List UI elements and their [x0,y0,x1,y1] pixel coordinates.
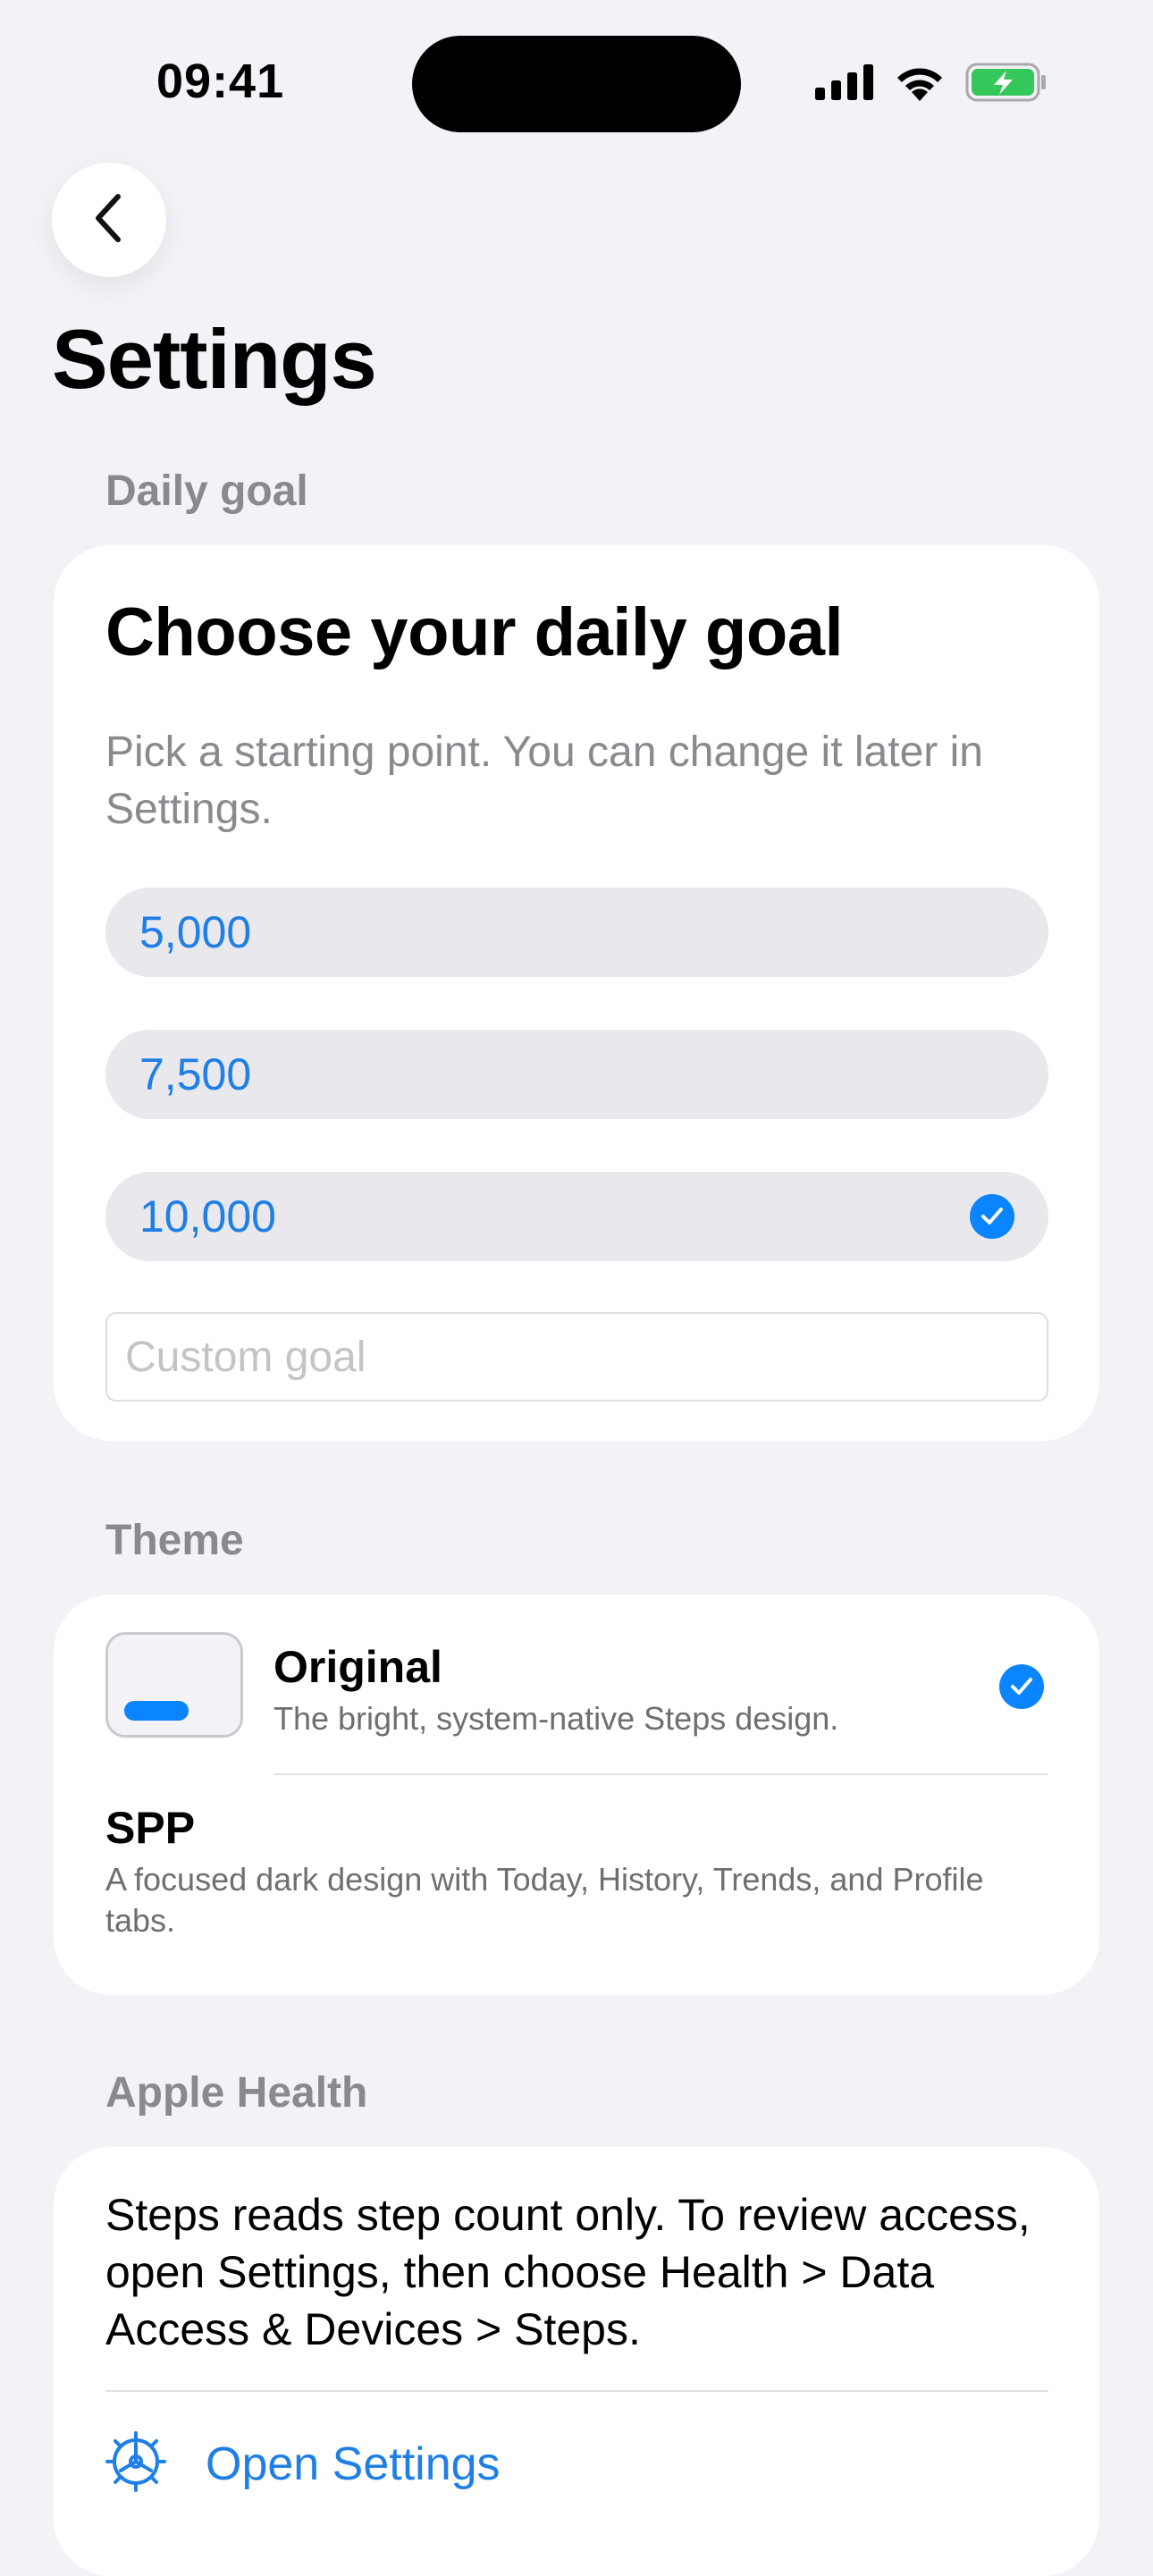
theme-option-original[interactable]: Original The bright, system-native Steps… [54,1595,1099,1773]
daily-goal-card: Choose your daily goal Pick a starting p… [54,545,1099,1441]
status-time: 09:41 [156,55,285,108]
battery-charging-icon [965,63,1048,106]
goal-heading: Choose your daily goal [105,594,844,670]
apple-health-description: Steps reads step count only. To review a… [105,2190,1031,2354]
goal-option-10000[interactable]: 10,000 [105,1172,1048,1261]
custom-goal-input[interactable] [105,1312,1048,1402]
wifi-icon [894,63,946,105]
theme-card: Original The bright, system-native Steps… [54,1595,1099,1995]
goal-option-label: 7,500 [139,1049,252,1099]
section-label-daily-goal: Daily goal [105,467,308,515]
page-title: Settings [52,312,377,406]
back-button[interactable] [52,163,166,277]
status-icons [815,57,1048,111]
goal-option-label: 10,000 [139,1191,276,1242]
checkmark-icon [999,1664,1044,1709]
theme-description-spp: A focused dark design with Today, Histor… [105,1861,984,1939]
theme-name-original: Original [274,1642,442,1692]
theme-name-spp: SPP [105,1803,196,1853]
goal-option-5000[interactable]: 5,000 [105,888,1048,977]
theme-thumbnail [105,1632,243,1738]
open-settings-label: Open Settings [206,2437,501,2490]
theme-thumbnail-bar [124,1701,189,1721]
dynamic-island [412,36,741,132]
goal-option-7500[interactable]: 7,500 [105,1030,1048,1119]
cellular-signal-icon [815,63,874,105]
goal-option-label: 5,000 [139,907,252,957]
apple-health-card: Steps reads step count only. To review a… [54,2147,1099,2576]
theme-description-original: The bright, system-native Steps design. [274,1700,839,1737]
gear-icon [105,2431,166,2496]
open-settings-button[interactable]: Open Settings [105,2431,501,2496]
checkmark-icon [970,1194,1014,1239]
divider [105,2390,1048,2392]
section-label-apple-health: Apple Health [105,2069,368,2117]
theme-option-spp[interactable]: SPP A focused dark design with Today, Hi… [54,1775,1099,1995]
chevron-left-icon [91,191,127,249]
section-label-theme: Theme [105,1517,244,1564]
goal-description: Pick a starting point. You can change it… [105,728,983,833]
